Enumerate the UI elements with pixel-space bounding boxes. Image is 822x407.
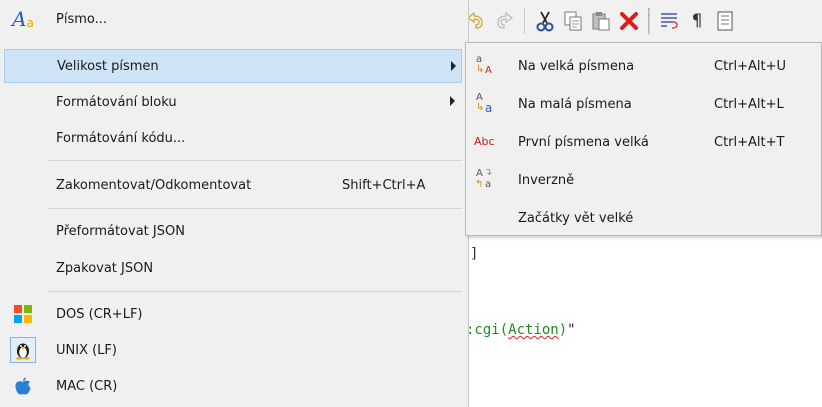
lowercase-icon-to: a bbox=[485, 101, 493, 115]
line-numbers-icon[interactable] bbox=[712, 8, 738, 34]
menu-item-toggle-comment[interactable]: Zakomentovat/Odkomentovat Shift+Ctrl+A bbox=[4, 168, 462, 202]
code-word: Action bbox=[508, 322, 559, 338]
menu-item-font[interactable]: Aa Písmo... bbox=[4, 2, 462, 36]
menu-item-label: Formátování bloku bbox=[56, 94, 177, 110]
menu-item-label: MAC (CR) bbox=[56, 378, 118, 394]
menu-item-label: Zakomentovat/Odkomentovat bbox=[56, 177, 252, 193]
capitalize-icon-glyph: Abc bbox=[474, 135, 495, 148]
paste-icon[interactable] bbox=[588, 8, 614, 34]
menu-item-eol-unix[interactable]: UNIX (LF) bbox=[4, 333, 462, 367]
word-wrap-icon[interactable] bbox=[656, 8, 682, 34]
delete-icon[interactable] bbox=[616, 8, 642, 34]
invert-case-icon: A ↴ ↰ a bbox=[472, 167, 498, 193]
show-whitespace-icon[interactable]: ¶ bbox=[684, 8, 710, 34]
font-icon-big-glyph: A bbox=[12, 7, 27, 31]
toolbar: ¶ bbox=[462, 0, 822, 43]
invert-icon-big: A bbox=[476, 168, 483, 179]
menu-item-letter-case[interactable]: Velikost písmen bbox=[4, 49, 462, 83]
copy-icon[interactable] bbox=[560, 8, 586, 34]
code-suffix: ) bbox=[558, 322, 568, 338]
menu-separator bbox=[48, 160, 462, 161]
context-menu: Aa Písmo... Velikost písmen Formátování … bbox=[0, 0, 469, 407]
submenu-item-sentence-case[interactable]: Začátky vět velké bbox=[468, 199, 819, 237]
windows-icon bbox=[10, 301, 36, 327]
submenu-arrow-icon bbox=[450, 96, 455, 106]
menu-item-reformat-json[interactable]: Přeformátovat JSON bbox=[4, 214, 462, 248]
menu-separator bbox=[48, 291, 462, 292]
font-icon-small-glyph: a bbox=[26, 16, 34, 30]
menu-item-label: DOS (CR+LF) bbox=[56, 306, 143, 322]
font-icon: Aa bbox=[10, 6, 36, 32]
submenu-item-label: Začátky vět velké bbox=[518, 210, 634, 226]
menu-item-label: Písmo... bbox=[56, 11, 108, 27]
menu-item-eol-mac[interactable]: MAC (CR) bbox=[4, 369, 462, 403]
submenu-item-shortcut: Ctrl+Alt+T bbox=[714, 134, 785, 150]
menu-item-shortcut: Shift+Ctrl+A bbox=[342, 177, 426, 193]
code-line: :cgi(Action)" bbox=[466, 322, 576, 338]
submenu-item-label: Na velká písmena bbox=[518, 58, 635, 74]
uppercase-icon: a ↳ A bbox=[472, 53, 498, 79]
redo-icon[interactable] bbox=[492, 8, 518, 34]
lowercase-icon-arrow: ↳ bbox=[476, 102, 485, 113]
menu-item-compact-json[interactable]: Zpakovat JSON bbox=[4, 251, 462, 285]
apple-icon bbox=[10, 373, 36, 399]
submenu-item-shortcut: Ctrl+Alt+L bbox=[714, 96, 784, 112]
code-bracket: ] bbox=[470, 246, 479, 262]
invert-icon-arrow-up: ↰ bbox=[475, 179, 484, 190]
uppercase-icon-to: A bbox=[485, 65, 492, 76]
menu-item-code-format[interactable]: Formátování kódu... bbox=[4, 121, 462, 155]
submenu-item-label: Inverzně bbox=[518, 172, 575, 188]
invert-icon-small: a bbox=[485, 179, 492, 190]
invert-icon-arrow-down: ↴ bbox=[484, 167, 493, 178]
menu-item-label: Zpakovat JSON bbox=[56, 260, 154, 276]
menu-item-label: Přeformátovat JSON bbox=[56, 223, 185, 239]
letter-case-submenu: a ↳ A Na velká písmena Ctrl+Alt+U A ↳ a … bbox=[465, 42, 822, 236]
toolbar-separator bbox=[524, 8, 525, 34]
menu-item-block-format[interactable]: Formátování bloku bbox=[4, 85, 462, 119]
linux-icon bbox=[10, 337, 36, 363]
code-prefix: :cgi( bbox=[466, 322, 509, 338]
submenu-item-capitalize[interactable]: Abc První písmena velká Ctrl+Alt+T bbox=[468, 123, 819, 161]
submenu-arrow-icon bbox=[451, 61, 456, 71]
toolbar-separator bbox=[648, 8, 650, 34]
submenu-item-label: První písmena velká bbox=[518, 134, 649, 150]
menu-item-eol-dos[interactable]: DOS (CR+LF) bbox=[4, 297, 462, 331]
submenu-item-label: Na malá písmena bbox=[518, 96, 632, 112]
menu-item-label: Formátování kódu... bbox=[56, 130, 186, 146]
submenu-item-invert[interactable]: A ↴ ↰ a Inverzně bbox=[468, 161, 819, 199]
uppercase-icon-arrow: ↳ bbox=[476, 64, 485, 75]
submenu-item-uppercase[interactable]: a ↳ A Na velká písmena Ctrl+Alt+U bbox=[468, 47, 819, 85]
lowercase-icon: A ↳ a bbox=[472, 91, 498, 117]
submenu-item-lowercase[interactable]: A ↳ a Na malá písmena Ctrl+Alt+L bbox=[468, 85, 819, 123]
cut-icon[interactable] bbox=[532, 8, 558, 34]
code-quote: " bbox=[567, 322, 576, 338]
submenu-item-shortcut: Ctrl+Alt+U bbox=[714, 58, 787, 74]
menu-item-label: Velikost písmen bbox=[57, 58, 159, 74]
menu-separator bbox=[48, 208, 462, 209]
menu-item-label: UNIX (LF) bbox=[56, 342, 117, 358]
capitalize-icon: Abc bbox=[472, 129, 498, 155]
